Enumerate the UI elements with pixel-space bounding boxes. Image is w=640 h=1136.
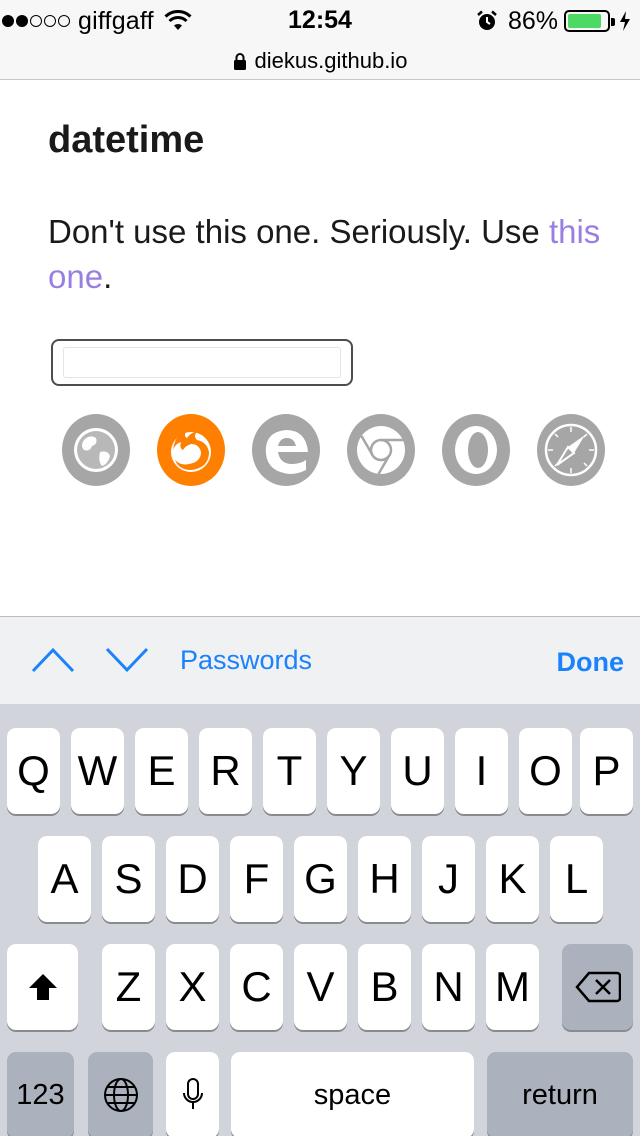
battery-icon (564, 10, 615, 32)
opera-icon (442, 414, 510, 486)
key-v[interactable]: V (294, 944, 347, 1030)
alarm-icon (477, 10, 497, 30)
shift-key[interactable] (7, 944, 78, 1030)
next-field-chevron-down-icon[interactable] (104, 645, 150, 675)
key-j[interactable]: J (422, 836, 475, 922)
battery-fill (568, 14, 601, 28)
passwords-button[interactable]: Passwords (180, 645, 312, 676)
key-r[interactable]: R (199, 728, 252, 814)
key-w[interactable]: W (71, 728, 124, 814)
status-bar: giffgaff 12:54 86% (0, 0, 640, 42)
key-t[interactable]: T (263, 728, 316, 814)
address-bar[interactable]: diekus.github.io (0, 42, 640, 80)
key-c[interactable]: C (230, 944, 283, 1030)
description-text: Don't use this one. Seriously. Use (48, 213, 549, 250)
key-o[interactable]: O (519, 728, 572, 814)
page-description: Don't use this one. Seriously. Use this … (48, 209, 608, 299)
datetime-input[interactable] (51, 339, 353, 386)
key-e[interactable]: E (135, 728, 188, 814)
firefox-icon (157, 414, 225, 486)
description-period: . (103, 258, 113, 295)
dictation-key[interactable] (166, 1052, 219, 1136)
key-p[interactable]: P (580, 728, 633, 814)
numbers-key[interactable]: 123 (7, 1052, 74, 1136)
delete-key[interactable] (562, 944, 633, 1030)
previous-field-chevron-up-icon[interactable] (30, 645, 76, 675)
web-content: datetime Don't use this one. Seriously. … (0, 81, 640, 616)
key-q[interactable]: Q (7, 728, 60, 814)
ios-keyboard: Q W E R T Y U I O P A S D F G H J K L Z … (0, 704, 640, 1136)
backspace-icon (574, 971, 621, 1003)
safari-icon (537, 414, 605, 486)
key-u[interactable]: U (391, 728, 444, 814)
page-title: datetime (48, 119, 205, 161)
battery-cap (611, 18, 615, 26)
key-x[interactable]: X (166, 944, 219, 1030)
chrome-icon (347, 414, 415, 486)
key-m[interactable]: M (486, 944, 539, 1030)
datetime-input-inner (63, 347, 341, 378)
key-y[interactable]: Y (327, 728, 380, 814)
key-k[interactable]: K (486, 836, 539, 922)
globe-icon (103, 1078, 138, 1112)
return-key[interactable]: return (487, 1052, 633, 1136)
charging-bolt-icon (620, 11, 630, 31)
key-a[interactable]: A (38, 836, 91, 922)
key-d[interactable]: D (166, 836, 219, 922)
url-text[interactable]: diekus.github.io (255, 48, 408, 74)
key-l[interactable]: L (550, 836, 603, 922)
key-z[interactable]: Z (102, 944, 155, 1030)
shift-arrow-icon (28, 974, 57, 1000)
key-h[interactable]: H (358, 836, 411, 922)
microphone-icon (182, 1078, 203, 1109)
done-button[interactable]: Done (557, 647, 625, 678)
key-f[interactable]: F (230, 836, 283, 922)
web-browser-icon (62, 414, 130, 486)
key-s[interactable]: S (102, 836, 155, 922)
keyboard-accessory-bar: Passwords Done (0, 616, 640, 704)
battery-percentage: 86% (507, 6, 558, 35)
key-g[interactable]: G (294, 836, 347, 922)
browser-support-icons (62, 414, 605, 486)
key-b[interactable]: B (358, 944, 411, 1030)
globe-key[interactable] (88, 1052, 153, 1136)
key-n[interactable]: N (422, 944, 475, 1030)
key-i[interactable]: I (455, 728, 508, 814)
space-key[interactable]: space (231, 1052, 474, 1136)
edge-icon (252, 414, 320, 486)
status-right: 86% (476, 6, 632, 35)
lock-icon (233, 52, 246, 70)
